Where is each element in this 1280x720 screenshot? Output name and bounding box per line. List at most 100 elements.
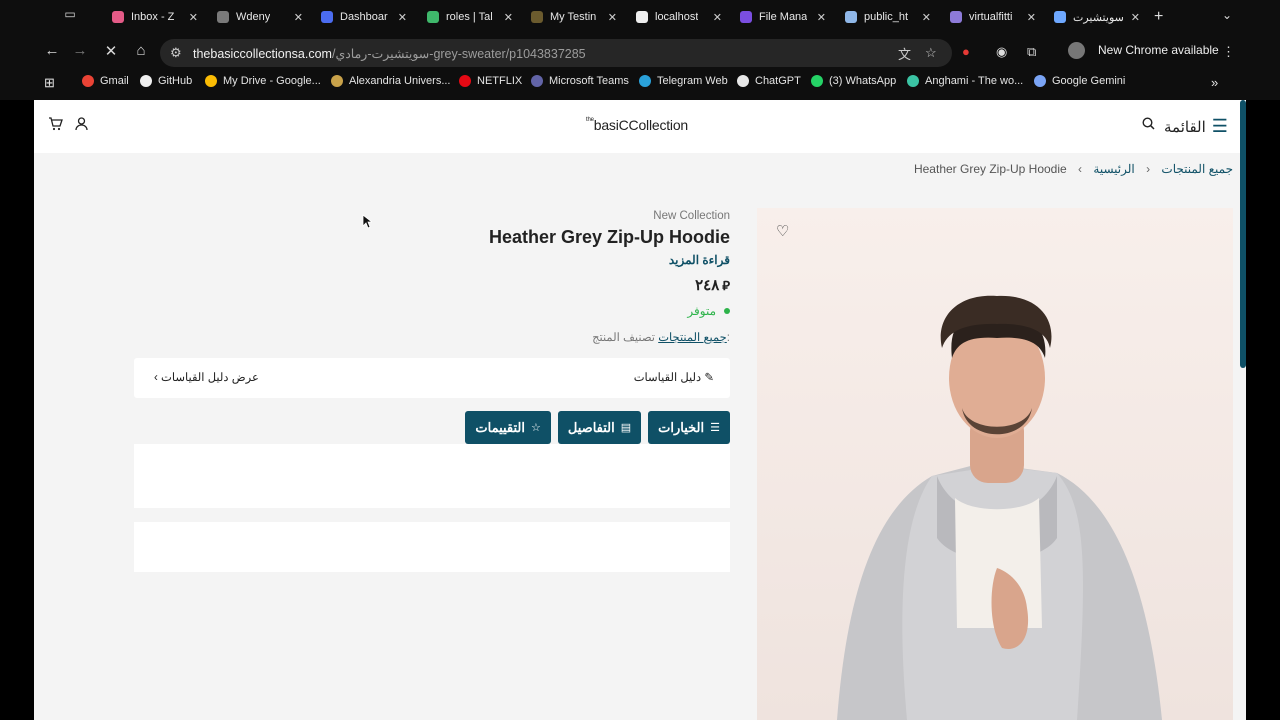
p-icon: [531, 11, 543, 23]
close-tab-icon[interactable]: ✕: [713, 11, 722, 24]
size-guide-action[interactable]: ‹ عرض دليل القياسات: [154, 370, 259, 384]
hamburger-icon: ☰: [1211, 116, 1228, 136]
bookmark-item[interactable]: Microsoft Teams: [531, 75, 629, 87]
browser-chrome: ▭ Inbox - Z ✕ Wdeny ✕ Dashboar ✕ roles | Tal ✕ M…: [0, 0, 1280, 100]
bookmark-item[interactable]: Alexandria Univers...: [331, 75, 451, 87]
tab-options-label: الخيارات: [658, 419, 705, 435]
bookmark-item[interactable]: My Drive - Google...: [205, 75, 321, 87]
price-value: ٢٤٨: [695, 277, 720, 294]
bookmark-star-icon[interactable]: ☆: [925, 45, 937, 61]
stock-label: متوفر: [687, 304, 716, 318]
browser-tab[interactable]: سويتشيرت ✕: [1054, 6, 1140, 28]
extension-eye-icon[interactable]: ◉: [996, 44, 1007, 60]
browser-tab[interactable]: File Mana ✕: [740, 6, 826, 28]
close-tab-icon[interactable]: ✕: [294, 11, 303, 24]
chevron-left-icon: ‹: [154, 372, 158, 384]
address-bar[interactable]: ⚙ thebasiccollectionsa.com/سويتشيرت-رماد…: [160, 39, 952, 67]
size-guide-row[interactable]: دليل القياسات ✎ ‹ عرض دليل القياسات: [134, 358, 730, 398]
browser-tab-label: Wdeny: [236, 11, 271, 23]
apps-grid-icon[interactable]: ⊞: [44, 75, 55, 91]
secondary-panel: [134, 522, 730, 572]
extension-rec-icon[interactable]: ●: [962, 44, 970, 59]
bookmark-item[interactable]: NETFLIX: [459, 75, 522, 87]
tab-reviews-label: التقييمات: [475, 419, 526, 435]
user-account-icon[interactable]: [75, 117, 88, 135]
bookmark-label: Google Gemini: [1052, 75, 1126, 87]
browser-tab[interactable]: Wdeny ✕: [217, 6, 303, 28]
bookmark-favicon-icon: [1034, 75, 1046, 87]
close-tab-icon[interactable]: ✕: [1131, 11, 1140, 24]
browser-tab[interactable]: roles | Tal ✕: [427, 6, 513, 28]
tab-details[interactable]: التفاصيل ▤: [557, 411, 642, 444]
translate-icon[interactable]: 文: [898, 44, 911, 63]
category-link[interactable]: جميع المنتجات: [658, 332, 727, 344]
close-tab-icon[interactable]: ✕: [817, 11, 826, 24]
tab-reviews[interactable]: التقييمات ☆: [465, 411, 551, 444]
breadcrumb-separator-icon: ‹: [1146, 162, 1151, 176]
browser-tab-label: Dashboar: [340, 11, 388, 23]
bookmark-item[interactable]: Gmail: [82, 75, 129, 87]
extensions-puzzle-icon[interactable]: ⧉: [1027, 44, 1036, 60]
bookmark-label: Telegram Web: [657, 75, 728, 87]
browser-tab[interactable]: My Testin ✕: [531, 6, 617, 28]
page-scrollbar[interactable]: [1240, 100, 1246, 368]
product-image[interactable]: ♡: [757, 208, 1233, 720]
breadcrumb-all-products[interactable]: جميع المنتجات: [1161, 162, 1233, 176]
forward-arrow-icon[interactable]: →: [70, 42, 90, 59]
browser-tab[interactable]: Inbox - Z ✕: [112, 6, 198, 28]
size-guide-title: دليل القياسات ✎: [634, 370, 714, 384]
bookmark-item[interactable]: Anghami - The wo...: [907, 75, 1023, 87]
tab-list-chevron-icon[interactable]: ⌄: [1222, 8, 1232, 22]
browser-tab-label: virtualfitti: [969, 11, 1013, 23]
tab-strip: ▭ Inbox - Z ✕ Wdeny ✕ Dashboar ✕ roles | Tal ✕ M…: [0, 0, 1280, 34]
close-tab-icon[interactable]: ✕: [398, 11, 407, 24]
bookmark-favicon-icon: [205, 75, 217, 87]
tab-content-panel: [134, 444, 730, 508]
close-tab-icon[interactable]: ✕: [1027, 11, 1036, 24]
cart-icon[interactable]: [48, 117, 63, 135]
site-logo[interactable]: thebasiCCollection: [586, 117, 688, 133]
chrome-menu-icon[interactable]: ⋮: [1222, 44, 1235, 60]
menu-button[interactable]: القائمة ☰: [1164, 116, 1228, 137]
ruler-icon: ✎: [704, 372, 714, 384]
home-icon[interactable]: ⌂: [131, 42, 151, 59]
profile-avatar[interactable]: [1068, 42, 1085, 59]
wishlist-heart-icon[interactable]: ♡: [776, 222, 789, 240]
new-chrome-available[interactable]: New Chrome available: [1098, 43, 1219, 57]
more-bookmarks-chevron-icon[interactable]: »: [1211, 75, 1218, 90]
logo-prefix: the: [586, 117, 594, 123]
stop-loading-icon[interactable]: ✕: [101, 42, 121, 60]
document-icon: ▤: [620, 422, 632, 434]
search-icon[interactable]: [1142, 117, 1155, 134]
browser-tab-label: سويتشيرت: [1073, 11, 1124, 24]
bookmark-item[interactable]: ChatGPT: [737, 75, 801, 87]
close-tab-icon[interactable]: ✕: [922, 11, 931, 24]
bookmark-item[interactable]: Google Gemini: [1034, 75, 1125, 87]
back-arrow-icon[interactable]: ←: [42, 42, 62, 59]
breadcrumb-home[interactable]: الرئيسية: [1093, 162, 1134, 176]
triangle-icon: [636, 11, 648, 23]
new-tab-button[interactable]: +: [1154, 8, 1163, 26]
tab-search-icon[interactable]: ▭: [60, 7, 80, 21]
browser-tab[interactable]: public_ht ✕: [845, 6, 931, 28]
read-more-link[interactable]: قراءة المزيد: [669, 253, 730, 267]
browser-tab[interactable]: Dashboar ✕: [321, 6, 407, 28]
list-icon: ☰: [710, 422, 720, 434]
browser-tab[interactable]: virtualfitti ✕: [950, 6, 1036, 28]
bookmark-label: Anghami - The wo...: [925, 75, 1024, 87]
browser-tab-label: Inbox - Z: [131, 11, 175, 23]
bookmark-item[interactable]: Telegram Web: [639, 75, 728, 87]
browser-tab-label: roles | Tal: [446, 11, 493, 23]
close-tab-icon[interactable]: ✕: [504, 11, 513, 24]
web-page: thebasiCCollection القائمة ☰ Heather Gre…: [34, 100, 1246, 720]
browser-tab[interactable]: localhost ✕: [636, 6, 722, 28]
tab-options[interactable]: الخيارات ☰: [648, 411, 730, 444]
close-tab-icon[interactable]: ✕: [189, 11, 198, 24]
breadcrumb: Heather Grey Zip-Up Hoodie ‹ جميع المنتج…: [914, 162, 1233, 176]
bookmark-label: Gmail: [100, 75, 129, 87]
site-info-icon[interactable]: ⚙: [170, 45, 182, 61]
close-tab-icon[interactable]: ✕: [608, 11, 617, 24]
bookmark-item[interactable]: (3) WhatsApp: [811, 75, 896, 87]
mail-icon: [112, 11, 124, 23]
bookmark-item[interactable]: GitHub: [140, 75, 192, 87]
